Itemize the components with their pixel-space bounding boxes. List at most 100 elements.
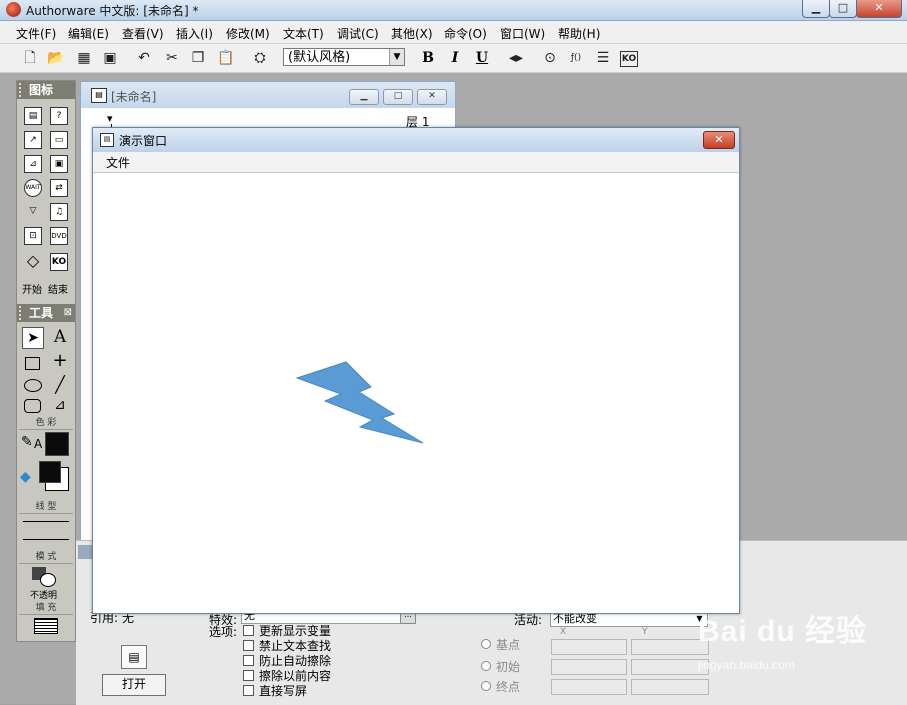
italic-button[interactable]: I: [445, 49, 465, 69]
menu-command[interactable]: 命令(O): [444, 25, 487, 42]
close-button[interactable]: ✕: [856, 0, 902, 18]
initial-x-field[interactable]: [551, 659, 627, 675]
menu-edit[interactable]: 编辑(E): [68, 25, 109, 42]
fill-section-label: 填 充: [19, 602, 73, 615]
direct-to-screen-label: 直接写屏: [259, 684, 308, 698]
menu-help[interactable]: 帮助(H): [558, 25, 600, 42]
icons-palette-header[interactable]: 图标: [17, 81, 75, 99]
navigate-icon[interactable]: ⇄: [50, 179, 68, 197]
variables-icon[interactable]: ☰: [593, 48, 613, 68]
chevron-down-icon[interactable]: ▼: [389, 49, 404, 65]
paste-icon[interactable]: 📋: [216, 48, 236, 68]
initial-point-radio[interactable]: [481, 661, 491, 671]
polygon-tool-icon[interactable]: ⊿: [51, 397, 69, 413]
wait-icon[interactable]: WAIT: [24, 179, 42, 197]
foreground-color-swatch[interactable]: [39, 461, 61, 483]
menu-debug[interactable]: 调试(C): [337, 25, 379, 42]
tools-palette-header[interactable]: 工具 ⊠: [17, 304, 75, 322]
base-x-field[interactable]: [551, 639, 627, 655]
underline-button[interactable]: U: [472, 49, 492, 69]
dvd-icon[interactable]: DVD: [50, 227, 68, 245]
calculation-icon[interactable]: ▣: [50, 155, 68, 173]
functions-icon[interactable]: ƒ(): [566, 48, 586, 68]
sound-icon[interactable]: ♫: [50, 203, 68, 221]
map-icon[interactable]: ⊡: [24, 227, 42, 245]
find-icon[interactable]: ⛭: [250, 48, 270, 68]
menu-file[interactable]: 文件(F): [16, 25, 56, 42]
import-icon[interactable]: ▣: [100, 48, 120, 68]
update-display-vars-checkbox[interactable]: [243, 625, 254, 636]
line-tool-icon[interactable]: ╱: [51, 376, 69, 394]
options-label: 选项:: [209, 625, 238, 639]
framework-icon[interactable]: ▽: [24, 203, 42, 221]
flowline-maximize-button[interactable]: □: [383, 89, 413, 105]
maximize-button[interactable]: □: [829, 0, 857, 18]
flowline-title-bar: ▤ [未命名] ▁ □ ✕: [81, 82, 455, 108]
presentation-menu-file[interactable]: 文件: [106, 154, 130, 171]
flowline-close-button[interactable]: ✕: [417, 89, 447, 105]
app-title: Authorware 中文版: [未命名] *: [26, 4, 199, 18]
watermark-url: jingyan.baidu.com: [698, 658, 795, 672]
minimize-button[interactable]: ▁: [802, 0, 830, 18]
knowledge-objects-icon[interactable]: KO: [620, 51, 638, 67]
copy-icon[interactable]: ❐: [188, 48, 208, 68]
rectangle-tool-icon[interactable]: [25, 357, 40, 370]
text-tool-icon[interactable]: A: [50, 327, 70, 347]
ellipse-tool-icon[interactable]: [24, 379, 42, 392]
menu-text[interactable]: 文本(T): [283, 25, 324, 42]
menu-insert[interactable]: 插入(I): [176, 25, 213, 42]
authorware-app-icon: [6, 2, 21, 17]
flowline-minimize-button[interactable]: ▁: [349, 89, 379, 105]
icons-palette-title: 图标: [29, 83, 54, 97]
crosshair-tool-icon[interactable]: +: [51, 352, 69, 370]
end-point-radio[interactable]: [481, 681, 491, 691]
save-all-icon[interactable]: ▦: [74, 48, 94, 68]
open-file-icon[interactable]: 📂: [46, 48, 66, 68]
mode-value: 不透明: [30, 591, 58, 601]
erase-previous-checkbox[interactable]: [243, 670, 254, 681]
interaction-icon[interactable]: ⊿: [24, 155, 42, 173]
mode-opaque-circle-icon[interactable]: [40, 573, 56, 587]
decision-diamond-icon[interactable]: ◇: [24, 253, 42, 271]
presentation-close-button[interactable]: ✕: [703, 131, 735, 149]
exclude-text-search-checkbox[interactable]: [243, 640, 254, 651]
lightning-bolt-shape[interactable]: [295, 361, 424, 444]
end-flag-label[interactable]: 结束: [48, 281, 68, 296]
run-icon[interactable]: ◂▸: [506, 48, 526, 68]
new-file-icon[interactable]: 🗋: [20, 48, 40, 68]
end-x-field[interactable]: [551, 679, 627, 695]
prevent-auto-erase-checkbox[interactable]: [243, 655, 254, 666]
bold-button[interactable]: B: [418, 49, 438, 69]
baidu-watermark: Bai du 经验 jingyan.baidu.com: [690, 600, 870, 680]
fill-bucket-icon[interactable]: ◆: [20, 469, 36, 485]
line-style-thin[interactable]: [23, 521, 69, 522]
grip-handle[interactable]: [19, 306, 25, 320]
grip-handle[interactable]: [19, 83, 25, 97]
menu-view[interactable]: 查看(V): [122, 25, 164, 42]
line-style-thick[interactable]: [23, 539, 69, 540]
text-style-select[interactable]: (默认风格) ▼: [283, 48, 405, 66]
rounded-rect-tool-icon[interactable]: [24, 399, 41, 413]
menu-window[interactable]: 窗口(W): [500, 25, 545, 42]
cut-icon[interactable]: ✂: [162, 48, 182, 68]
base-point-radio[interactable]: [481, 639, 491, 649]
erase-icon[interactable]: ▭: [50, 131, 68, 149]
start-flag-label[interactable]: 开始: [22, 281, 42, 296]
stroke-color-swatch[interactable]: [45, 432, 69, 456]
undo-icon[interactable]: ↶: [134, 48, 154, 68]
ko-icon[interactable]: KO: [50, 253, 68, 271]
menu-modify[interactable]: 修改(M): [226, 25, 270, 42]
presentation-canvas: [295, 361, 424, 444]
control-panel-icon[interactable]: ⊙: [540, 48, 560, 68]
decision-icon[interactable]: ?: [50, 107, 68, 125]
direct-to-screen-checkbox[interactable]: [243, 685, 254, 696]
close-icon[interactable]: ⊠: [64, 304, 72, 322]
end-y-field[interactable]: [631, 679, 709, 695]
pointer-tool-icon[interactable]: ➤: [22, 327, 44, 349]
open-button[interactable]: 打开: [102, 674, 166, 696]
display-icon[interactable]: ▤: [24, 107, 42, 125]
menu-other[interactable]: 其他(X): [391, 25, 433, 42]
motion-icon[interactable]: ↗: [24, 131, 42, 149]
fill-pattern-swatch[interactable]: [34, 618, 58, 634]
base-point-label: 基点: [496, 638, 521, 652]
